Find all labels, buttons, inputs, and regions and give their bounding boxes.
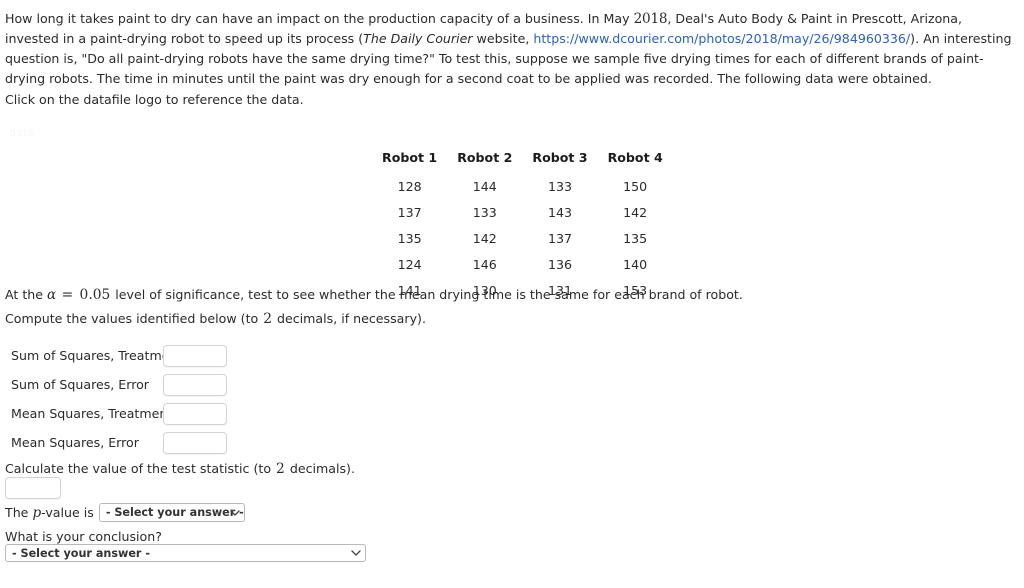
cell: 133	[547, 179, 572, 194]
exercise-page: How long it takes paint to dry can have …	[0, 0, 1024, 588]
field-row-sum-of-squares-error: Sum of Squares, Error	[11, 370, 227, 399]
field-row-sum-of-squares-treatment: Sum of Squares, Treatment	[11, 341, 227, 370]
cell: 135	[623, 231, 648, 246]
table-row: 137 133 143 142	[372, 200, 673, 226]
input-test-statistic[interactable]	[5, 477, 61, 499]
equals-sign: =	[57, 287, 78, 303]
compute-lead: Compute the values identified below (to	[5, 311, 263, 326]
test-statistic-input-wrap	[5, 477, 61, 499]
field-row-mean-squares-treatment: Mean Squares, Treatment	[11, 399, 227, 428]
label-mean-squares-error: Mean Squares, Error	[11, 435, 139, 450]
cell: 137	[397, 205, 422, 220]
p-value-select[interactable]: - Select your answer -	[98, 503, 245, 522]
significance-lead: At the	[5, 287, 48, 302]
p-value-lead-after: -value is	[41, 504, 94, 520]
test-statistic-decimals: 2	[276, 461, 285, 477]
p-value-label: The p-value is	[5, 505, 94, 521]
label-mean-squares-treatment: Mean Squares, Treatment	[11, 406, 173, 421]
table-row: 135 142 137 135	[372, 226, 673, 252]
cell: 143	[547, 205, 572, 220]
input-mean-squares-error[interactable]	[163, 431, 227, 454]
cell: 144	[472, 179, 497, 194]
conclusion-select-wrap: - Select your answer -	[5, 544, 366, 562]
field-row-mean-squares-error: Mean Squares, Error	[11, 428, 227, 457]
test-statistic-lead: Calculate the value of the test statisti…	[5, 461, 276, 476]
compute-instruction: Compute the values identified below (to …	[5, 310, 426, 328]
column-header-robot-2: Robot 2	[457, 150, 513, 165]
p-value-row: The p-value is - Select your answer -	[5, 503, 245, 522]
intro-text-part-1: How long it takes paint to dry can have …	[5, 11, 634, 26]
table-row: 124 146 136 140	[372, 252, 673, 278]
table-header-row: Robot 1 Robot 2 Robot 3 Robot 4	[372, 150, 673, 174]
significance-trail: level of significance, test to see wheth…	[111, 287, 743, 302]
datafile-instruction: Click on the datafile logo to reference …	[5, 92, 304, 107]
alpha-symbol: α	[47, 287, 57, 303]
cell: 135	[397, 231, 422, 246]
chevron-down-icon	[351, 548, 361, 556]
intro-year: 2018	[633, 11, 668, 27]
compute-decimals: 2	[263, 311, 272, 327]
cell: 136	[547, 257, 572, 272]
cell: 140	[623, 257, 648, 272]
cell: 150	[623, 179, 648, 194]
anova-fields: Sum of Squares, Treatment Sum of Squares…	[11, 341, 227, 457]
cell: 137	[547, 231, 572, 246]
column-header-robot-3: Robot 3	[532, 150, 588, 165]
p-value-selected-option: - Select your answer -	[105, 506, 244, 519]
cell: 128	[397, 179, 422, 194]
input-mean-squares-treatment[interactable]	[163, 402, 227, 425]
input-sum-of-squares-treatment[interactable]	[163, 344, 227, 367]
compute-trail: decimals, if necessary).	[273, 311, 426, 326]
p-italic-symbol: p	[32, 504, 42, 521]
alpha-value: 0.05	[79, 287, 111, 303]
label-sum-of-squares-error: Sum of Squares, Error	[11, 377, 149, 392]
test-statistic-trail: decimals).	[285, 461, 355, 476]
cell: 146	[472, 257, 497, 272]
conclusion-select[interactable]: - Select your answer -	[5, 544, 366, 562]
conclusion-selected-option: - Select your answer -	[12, 546, 150, 560]
cell: 124	[397, 257, 422, 272]
significance-statement: At the α = 0.05 level of significance, t…	[5, 286, 743, 304]
problem-statement: How long it takes paint to dry can have …	[5, 9, 1019, 89]
cell: 142	[623, 205, 648, 220]
cell: 133	[472, 205, 497, 220]
cell: 142	[472, 231, 497, 246]
column-header-robot-1: Robot 1	[382, 150, 438, 165]
column-header-robot-4: Robot 4	[607, 150, 663, 165]
test-statistic-instruction: Calculate the value of the test statisti…	[5, 460, 355, 478]
citation-source: The Daily Courier	[363, 31, 473, 46]
source-url-link[interactable]: https://www.dcourier.com/photos/2018/may…	[533, 31, 910, 46]
intro-text-part-3: website,	[472, 31, 534, 46]
datafile-logo[interactable]: datafile	[9, 126, 35, 140]
input-sum-of-squares-error[interactable]	[163, 373, 227, 396]
table-row: 128 144 133 150	[372, 174, 673, 200]
p-value-lead-before: The	[5, 504, 33, 520]
drying-times-table: Robot 1 Robot 2 Robot 3 Robot 4 128 144 …	[372, 150, 673, 304]
label-sum-of-squares-treatment: Sum of Squares, Treatment	[11, 348, 183, 363]
